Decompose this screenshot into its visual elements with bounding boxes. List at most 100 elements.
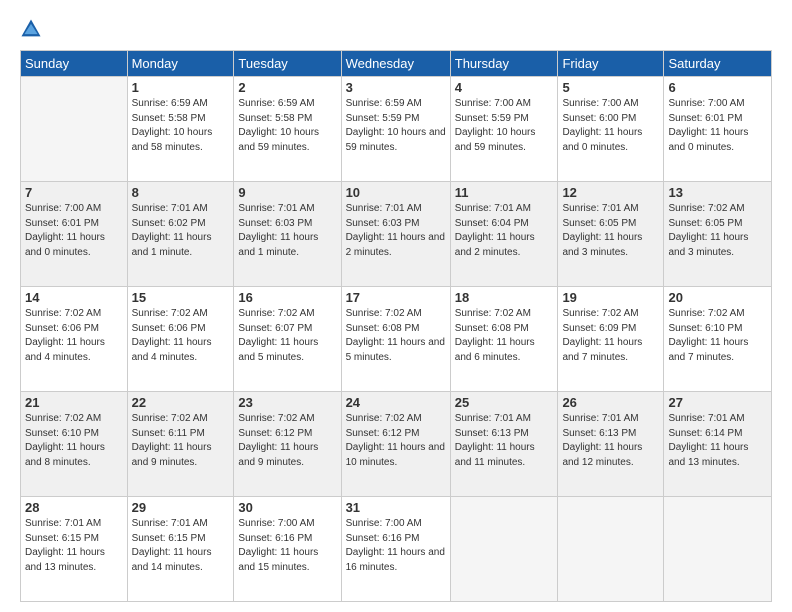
calendar-cell: 8Sunrise: 7:01 AMSunset: 6:02 PMDaylight…: [127, 182, 234, 287]
day-info: Sunrise: 7:01 AMSunset: 6:13 PMDaylight:…: [562, 412, 659, 470]
day-info: Sunrise: 7:01 AMSunset: 6:03 PMDaylight:…: [346, 202, 446, 260]
day-number: 20: [668, 290, 767, 305]
day-number: 8: [132, 185, 230, 200]
day-number: 1: [132, 80, 230, 95]
day-number: 14: [25, 290, 123, 305]
day-number: 31: [346, 500, 446, 515]
calendar-cell: 7Sunrise: 7:00 AMSunset: 6:01 PMDaylight…: [21, 182, 128, 287]
calendar-cell: 23 Sunrise: 7:02 AMSunset: 6:12 PMDayligh…: [234, 392, 341, 497]
day-info: Sunrise: 7:00 AMSunset: 6:00 PMDaylight:…: [562, 97, 659, 155]
day-number: 11: [455, 185, 554, 200]
day-number: 3: [346, 80, 446, 95]
weekday-header-friday: Friday: [558, 51, 664, 77]
day-number: 13: [668, 185, 767, 200]
day-info: Sunrise: 7:02 AMSunset: 6:12 PMDaylight:…: [238, 412, 336, 470]
weekday-header-saturday: Saturday: [664, 51, 772, 77]
calendar-cell: [450, 497, 558, 602]
calendar-cell: 26 Sunrise: 7:01 AMSunset: 6:13 PMDayligh…: [558, 392, 664, 497]
day-number: 22: [132, 395, 230, 410]
calendar-cell: 27 Sunrise: 7:01 AMSunset: 6:14 PMDayligh…: [664, 392, 772, 497]
day-info: Sunrise: 6:59 AMSunset: 5:58 PMDaylight:…: [132, 97, 230, 155]
day-info: Sunrise: 7:00 AMSunset: 6:16 PMDaylight:…: [346, 517, 446, 575]
day-number: 30: [238, 500, 336, 515]
day-info: Sunrise: 7:01 AMSunset: 6:05 PMDaylight:…: [562, 202, 659, 260]
weekday-header-tuesday: Tuesday: [234, 51, 341, 77]
calendar-table: SundayMondayTuesdayWednesdayThursdayFrid…: [20, 50, 772, 602]
weekday-header-row: SundayMondayTuesdayWednesdayThursdayFrid…: [21, 51, 772, 77]
day-number: 18: [455, 290, 554, 305]
day-number: 4: [455, 80, 554, 95]
calendar-cell: 15 Sunrise: 7:02 AMSunset: 6:06 PMDayligh…: [127, 287, 234, 392]
calendar-cell: 1 Sunrise: 6:59 AMSunset: 5:58 PMDaylight…: [127, 77, 234, 182]
day-number: 16: [238, 290, 336, 305]
day-number: 23: [238, 395, 336, 410]
day-info: Sunrise: 7:01 AMSunset: 6:04 PMDaylight:…: [455, 202, 554, 260]
day-number: 26: [562, 395, 659, 410]
weekday-header-thursday: Thursday: [450, 51, 558, 77]
logo-icon: [20, 18, 42, 40]
day-number: 24: [346, 395, 446, 410]
calendar-cell: 11 Sunrise: 7:01 AMSunset: 6:04 PMDayligh…: [450, 182, 558, 287]
calendar-week-2: 7Sunrise: 7:00 AMSunset: 6:01 PMDaylight…: [21, 182, 772, 287]
day-number: 15: [132, 290, 230, 305]
day-info: Sunrise: 7:02 AMSunset: 6:10 PMDaylight:…: [25, 412, 123, 470]
calendar-cell: [664, 497, 772, 602]
calendar-cell: 5 Sunrise: 7:00 AMSunset: 6:00 PMDaylight…: [558, 77, 664, 182]
day-info: Sunrise: 7:02 AMSunset: 6:12 PMDaylight:…: [346, 412, 446, 470]
day-number: 5: [562, 80, 659, 95]
day-info: Sunrise: 7:01 AMSunset: 6:15 PMDaylight:…: [25, 517, 123, 575]
calendar-cell: 29Sunrise: 7:01 AMSunset: 6:15 PMDayligh…: [127, 497, 234, 602]
day-number: 21: [25, 395, 123, 410]
calendar-cell: 30 Sunrise: 7:00 AMSunset: 6:16 PMDayligh…: [234, 497, 341, 602]
day-info: Sunrise: 7:00 AMSunset: 6:01 PMDaylight:…: [25, 202, 123, 260]
day-info: Sunrise: 7:01 AMSunset: 6:03 PMDaylight:…: [238, 202, 336, 260]
day-info: Sunrise: 6:59 AMSunset: 5:59 PMDaylight:…: [346, 97, 446, 155]
calendar-cell: 2Sunrise: 6:59 AMSunset: 5:58 PMDaylight…: [234, 77, 341, 182]
calendar-cell: [558, 497, 664, 602]
calendar-week-1: 1 Sunrise: 6:59 AMSunset: 5:58 PMDaylight…: [21, 77, 772, 182]
calendar-cell: 18 Sunrise: 7:02 AMSunset: 6:08 PMDayligh…: [450, 287, 558, 392]
day-number: 25: [455, 395, 554, 410]
calendar-cell: 3 Sunrise: 6:59 AMSunset: 5:59 PMDaylight…: [341, 77, 450, 182]
calendar-cell: 10Sunrise: 7:01 AMSunset: 6:03 PMDayligh…: [341, 182, 450, 287]
calendar-cell: 25 Sunrise: 7:01 AMSunset: 6:13 PMDayligh…: [450, 392, 558, 497]
day-info: Sunrise: 7:01 AMSunset: 6:15 PMDaylight:…: [132, 517, 230, 575]
page: SundayMondayTuesdayWednesdayThursdayFrid…: [0, 0, 792, 612]
calendar-week-4: 21 Sunrise: 7:02 AMSunset: 6:10 PMDayligh…: [21, 392, 772, 497]
day-number: 9: [238, 185, 336, 200]
day-number: 17: [346, 290, 446, 305]
weekday-header-monday: Monday: [127, 51, 234, 77]
calendar-cell: 17 Sunrise: 7:02 AMSunset: 6:08 PMDayligh…: [341, 287, 450, 392]
day-number: 28: [25, 500, 123, 515]
calendar-cell: 31 Sunrise: 7:00 AMSunset: 6:16 PMDayligh…: [341, 497, 450, 602]
day-info: Sunrise: 7:02 AMSunset: 6:10 PMDaylight:…: [668, 307, 767, 365]
calendar-cell: 14 Sunrise: 7:02 AMSunset: 6:06 PMDayligh…: [21, 287, 128, 392]
day-info: Sunrise: 7:02 AMSunset: 6:07 PMDaylight:…: [238, 307, 336, 365]
weekday-header-sunday: Sunday: [21, 51, 128, 77]
day-info: Sunrise: 7:01 AMSunset: 6:13 PMDaylight:…: [455, 412, 554, 470]
logo: [20, 18, 46, 40]
calendar-cell: 21 Sunrise: 7:02 AMSunset: 6:10 PMDayligh…: [21, 392, 128, 497]
calendar-cell: [21, 77, 128, 182]
day-info: Sunrise: 7:00 AMSunset: 5:59 PMDaylight:…: [455, 97, 554, 155]
day-info: Sunrise: 7:02 AMSunset: 6:08 PMDaylight:…: [346, 307, 446, 365]
day-info: Sunrise: 7:02 AMSunset: 6:09 PMDaylight:…: [562, 307, 659, 365]
day-number: 12: [562, 185, 659, 200]
calendar-cell: 19 Sunrise: 7:02 AMSunset: 6:09 PMDayligh…: [558, 287, 664, 392]
day-info: Sunrise: 7:02 AMSunset: 6:06 PMDaylight:…: [25, 307, 123, 365]
calendar-cell: 4 Sunrise: 7:00 AMSunset: 5:59 PMDaylight…: [450, 77, 558, 182]
calendar-cell: 24 Sunrise: 7:02 AMSunset: 6:12 PMDayligh…: [341, 392, 450, 497]
day-info: Sunrise: 7:00 AMSunset: 6:01 PMDaylight:…: [668, 97, 767, 155]
day-number: 19: [562, 290, 659, 305]
day-number: 27: [668, 395, 767, 410]
day-info: Sunrise: 7:02 AMSunset: 6:08 PMDaylight:…: [455, 307, 554, 365]
header: [20, 18, 772, 40]
day-info: Sunrise: 7:01 AMSunset: 6:14 PMDaylight:…: [668, 412, 767, 470]
day-number: 6: [668, 80, 767, 95]
day-info: Sunrise: 7:02 AMSunset: 6:06 PMDaylight:…: [132, 307, 230, 365]
day-info: Sunrise: 7:02 AMSunset: 6:11 PMDaylight:…: [132, 412, 230, 470]
day-info: Sunrise: 7:00 AMSunset: 6:16 PMDaylight:…: [238, 517, 336, 575]
day-info: Sunrise: 7:02 AMSunset: 6:05 PMDaylight:…: [668, 202, 767, 260]
calendar-cell: 13 Sunrise: 7:02 AMSunset: 6:05 PMDayligh…: [664, 182, 772, 287]
weekday-header-wednesday: Wednesday: [341, 51, 450, 77]
